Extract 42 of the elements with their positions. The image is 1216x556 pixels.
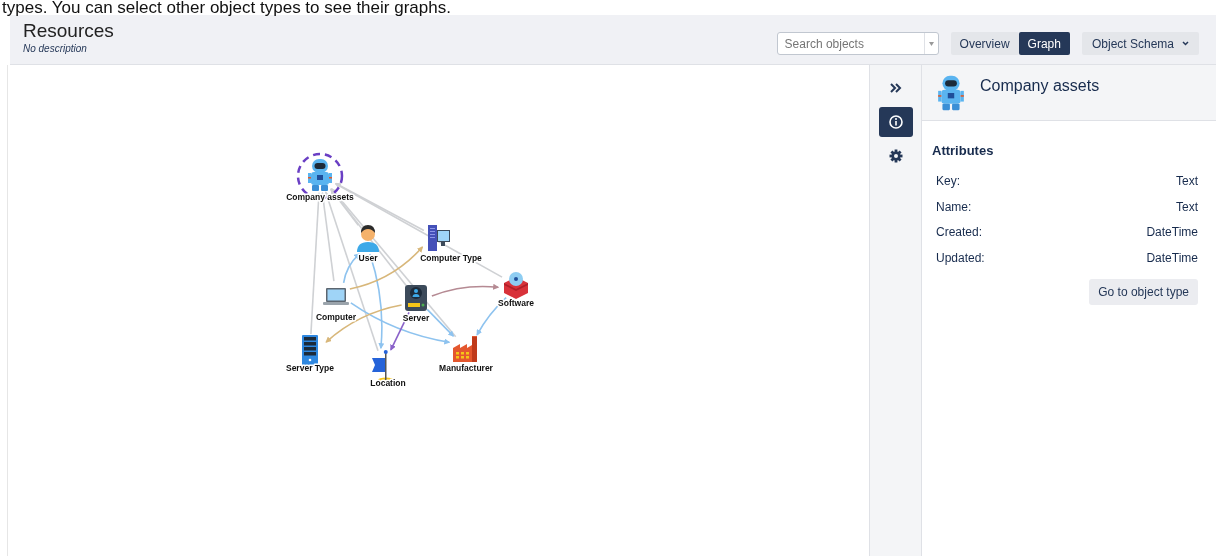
software-box-icon[interactable]: [504, 272, 528, 299]
attribute-type: DateTime: [1146, 249, 1198, 267]
section-heading: Attributes: [932, 142, 995, 160]
attribute-name: Created:: [936, 224, 983, 242]
object-type-title: Company assets: [980, 76, 1100, 96]
attribute-type: DateTime: [1146, 224, 1198, 242]
attribute-name: Key:: [936, 173, 960, 191]
instruction-text: types. You can select other object types to see their graphs.: [1, 0, 452, 15]
astronaut-icon: [936, 73, 966, 113]
node-label: Manufacturer: [439, 363, 493, 373]
node-label: Computer Type: [420, 253, 482, 263]
node-label: User: [358, 253, 378, 263]
astronaut-icon[interactable]: [308, 159, 332, 191]
hard-drive-icon[interactable]: [405, 285, 427, 311]
person-icon[interactable]: [357, 225, 379, 252]
search-field[interactable]: Search objects: [777, 33, 924, 54]
server-rack-icon[interactable]: [302, 335, 318, 365]
node-label: Location: [370, 378, 406, 388]
view-tab[interactable]: Graph: [1018, 32, 1070, 55]
settings-icon: [888, 149, 903, 163]
node-label: Server Type: [286, 363, 334, 373]
laptop-icon[interactable]: [323, 288, 349, 305]
factory-icon[interactable]: [453, 336, 477, 362]
attribute-name: Updated:: [936, 249, 985, 267]
node-label: Software: [498, 298, 534, 308]
page-title: Resources: [23, 19, 115, 43]
info-icon: [888, 115, 903, 129]
search-combobox[interactable]: Search objects: [776, 32, 939, 55]
chevron-down-icon: [1182, 41, 1189, 46]
attribute-name: Name:: [936, 198, 972, 216]
caret-icon: [928, 41, 934, 46]
go-to-object-type-button[interactable]: Go to object type: [1089, 278, 1198, 305]
info-tab[interactable]: [878, 107, 913, 137]
view-tab[interactable]: Overview: [950, 32, 1019, 55]
page-description: No description: [23, 43, 88, 55]
attribute-type: Text: [1176, 173, 1198, 191]
desktop-computer-icon[interactable]: [428, 225, 450, 251]
node-label: Company assets: [286, 192, 354, 202]
double-chevron-icon: [888, 81, 903, 95]
object-schema-dropdown[interactable]: Object Schema: [1081, 32, 1199, 55]
node-label: Computer: [315, 312, 357, 322]
attribute-type: Text: [1176, 198, 1198, 216]
